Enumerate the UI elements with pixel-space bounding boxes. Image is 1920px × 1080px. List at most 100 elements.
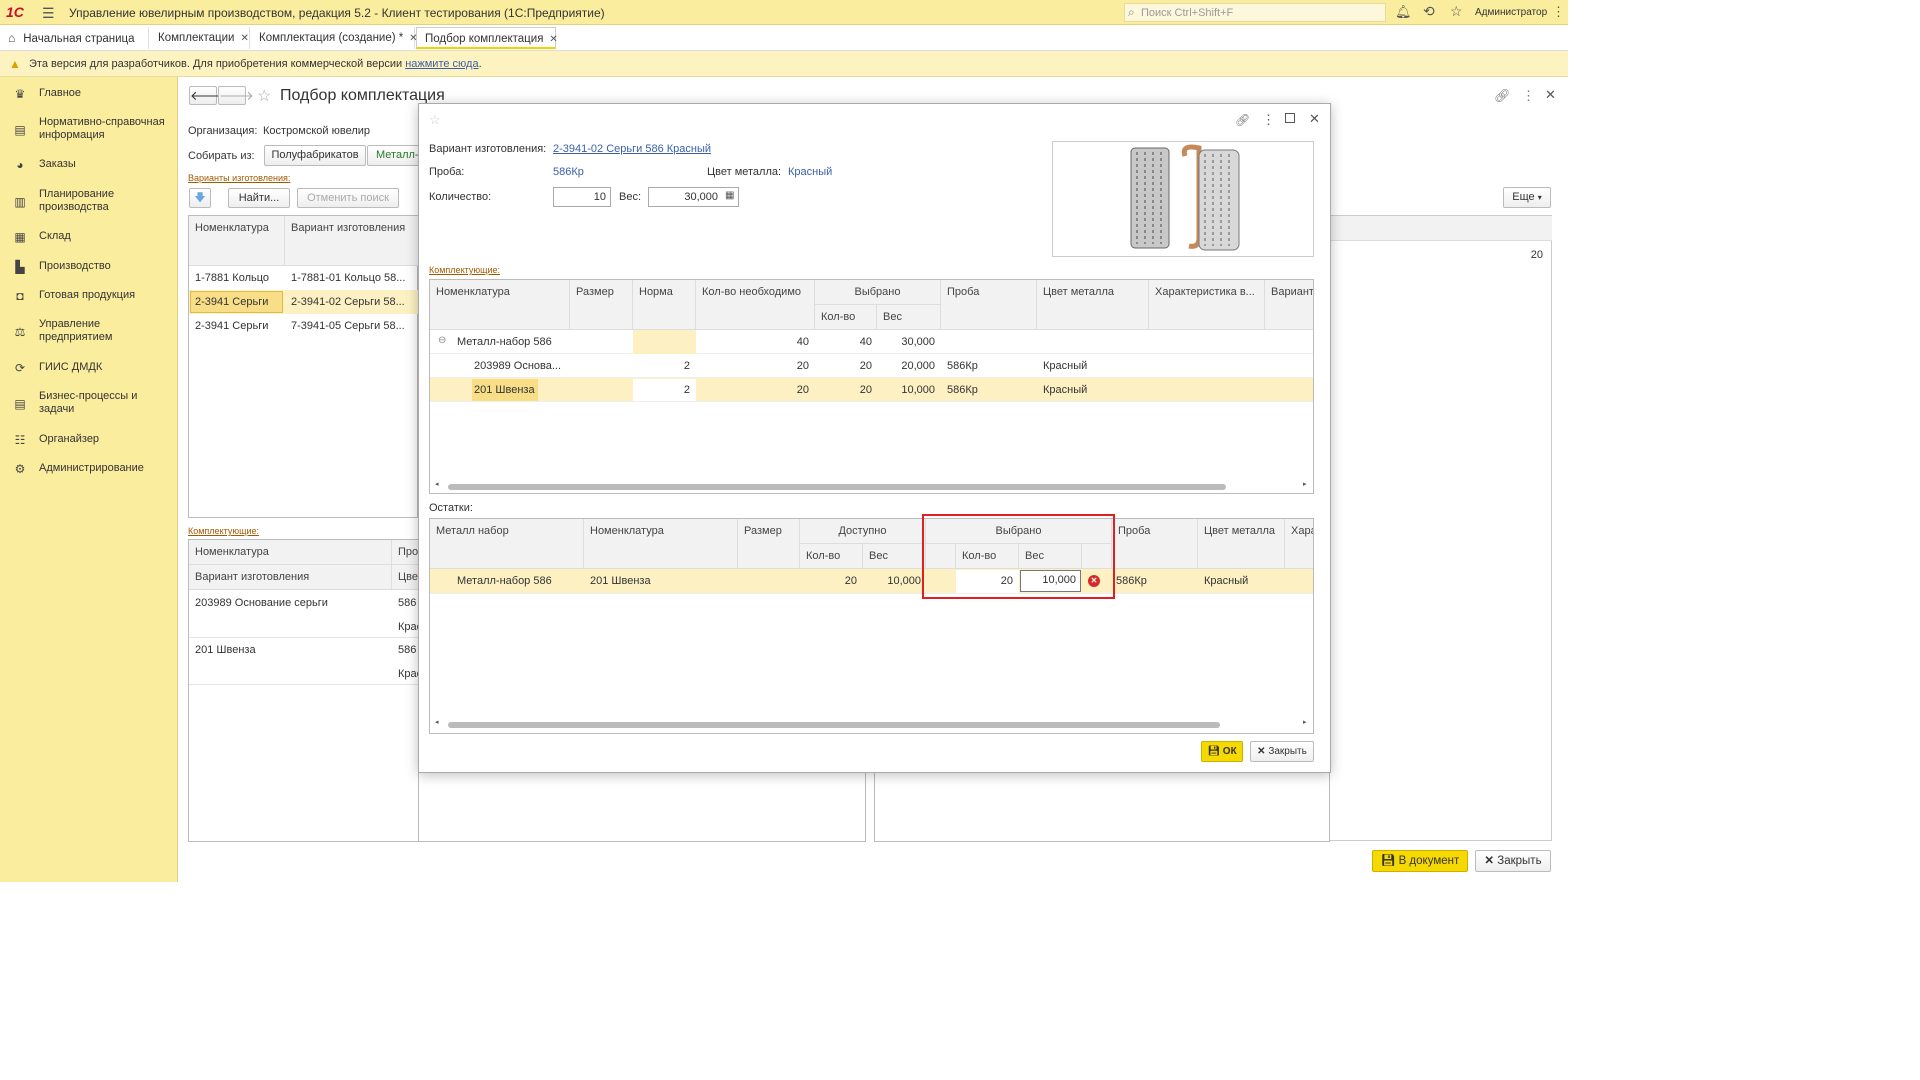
tab-home[interactable]: ⌂ Начальная страница xyxy=(0,27,149,49)
sidebar-item-bp[interactable]: ▤ Бизнес-процессы и задачи xyxy=(0,390,140,416)
table-row-selected[interactable]: 2-3941 Серьги 2-3941-02 Серьги 58... xyxy=(189,290,419,314)
table-row[interactable]: 1-7881 Кольцо 1-7881-01 Кольцо 58... xyxy=(189,266,419,290)
col-header-proba[interactable]: Проба xyxy=(941,280,1037,330)
sidebar-item-orders[interactable]: ◕ Заказы xyxy=(0,158,178,172)
variant-value-link[interactable]: 2-3941-02 Серьги 586 Красный xyxy=(553,143,711,155)
col-header-set[interactable]: Металл набор xyxy=(430,519,584,569)
close-icon[interactable]: ✕ xyxy=(240,33,248,44)
col-header-nom[interactable]: Номенклатура xyxy=(189,216,285,266)
star-icon[interactable]: ☆ xyxy=(1450,3,1463,20)
main-close-button[interactable]: ✕ Закрыть xyxy=(1475,850,1551,872)
cancel-search-button[interactable]: Отменить поиск xyxy=(297,188,399,208)
tab-podbor[interactable]: Подбор комплектация ✕ xyxy=(416,27,558,49)
forward-button[interactable]: 🡒 xyxy=(218,86,254,105)
cell-norm: 2 xyxy=(683,360,690,372)
dialog-components-link[interactable]: Комплектующие: xyxy=(429,265,500,275)
col-header-nom[interactable]: Номенклатура xyxy=(189,540,392,565)
sidebar-item-admin[interactable]: ⚙ Администрирование xyxy=(0,462,178,476)
table-row[interactable]: 2-3941 Серьги 7-3941-05 Серьги 58... xyxy=(189,314,419,338)
calculator-icon[interactable]: ▦ xyxy=(725,190,734,201)
col-header-avail-qty[interactable]: Кол-во xyxy=(800,544,863,569)
scroll-left-icon[interactable]: ◂ xyxy=(435,718,439,726)
col-header-char[interactable]: Хара xyxy=(1285,519,1313,569)
maximize-icon[interactable] xyxy=(1285,113,1295,123)
cell-proba: 586 xyxy=(398,597,417,609)
table-row-group[interactable]: ⊖ Металл-набор 586 40 40 30,000 xyxy=(430,330,1313,354)
sidebar-item-nsi[interactable]: ▤ Нормативно-справочная информация xyxy=(0,116,170,142)
col-header-char[interactable]: Характеристика в... xyxy=(1149,280,1265,330)
dialog-close-icon[interactable]: ✕ xyxy=(1309,111,1320,127)
col-header-color[interactable]: Цвет металла xyxy=(1198,519,1285,569)
close-icon[interactable]: ✕ xyxy=(1545,87,1556,103)
col-header-proba[interactable]: Проба xyxy=(1112,519,1198,569)
sidebar-item-organizer[interactable]: ☷ Органайзер xyxy=(0,433,178,447)
dialog-more-icon[interactable]: ⋮ xyxy=(1262,112,1275,128)
col-header-qty[interactable]: Кол-во xyxy=(815,305,877,330)
find-button[interactable]: Найти... xyxy=(228,188,290,208)
sidebar-item-management[interactable]: ⚖ Управление предприятием xyxy=(0,318,140,344)
search-box[interactable]: ⌕ Поиск Ctrl+Shift+F xyxy=(1124,3,1386,22)
components-link[interactable]: Комплектующие: xyxy=(188,526,259,536)
dialog-close-button[interactable]: ✕ Закрыть xyxy=(1250,741,1314,762)
favorite-star-icon[interactable]: ☆ xyxy=(257,86,271,106)
collect-option-semi[interactable]: Полуфабрикатов xyxy=(264,145,366,166)
variants-link[interactable]: Варианты изготовления: xyxy=(188,173,290,183)
back-button[interactable]: 🡐 xyxy=(189,86,225,105)
qty-input[interactable]: 10 xyxy=(553,187,611,207)
sidebar-item-finished[interactable]: ◘ Готовая продукция xyxy=(0,289,178,303)
col-header-variant[interactable]: Вариант изготовления xyxy=(285,216,419,266)
col-header-variant[interactable]: Вариант изготовления xyxy=(189,565,392,590)
more-button[interactable]: Еще ▾ xyxy=(1503,187,1551,208)
more-icon[interactable]: ⋮ xyxy=(1522,88,1535,104)
more-menu-icon[interactable]: ⋮ xyxy=(1552,4,1565,20)
user-name[interactable]: Администратор xyxy=(1475,7,1547,18)
col-header-weight[interactable]: Вес xyxy=(877,305,941,330)
hamburger-menu-icon[interactable]: ☰ xyxy=(42,5,55,22)
col-header-size[interactable]: Размер xyxy=(570,280,633,330)
col-header-avail-weight[interactable]: Вес xyxy=(863,544,926,569)
to-document-button[interactable]: 💾︎ В документ xyxy=(1372,850,1468,872)
sidebar-item-warehouse[interactable]: ▦ Склад xyxy=(0,230,178,244)
col-header-nom[interactable]: Номенклатура xyxy=(430,280,570,330)
link-icon[interactable]: 🔗︎ xyxy=(1494,88,1511,104)
horizontal-scrollbar[interactable] xyxy=(448,484,1226,490)
table-row[interactable]: 203989 Основа... 2 20 20 20,000 586Кр Кр… xyxy=(430,354,1313,378)
scroll-left-icon[interactable]: ◂ xyxy=(435,480,439,488)
col-header-selected[interactable]: Выбрано xyxy=(815,280,941,305)
buy-link[interactable]: нажмите сюда xyxy=(405,58,478,70)
col-header-variant[interactable]: Вариант xyxy=(1265,280,1313,330)
col-header-nom[interactable]: Номенклатура xyxy=(584,519,738,569)
horizontal-scrollbar[interactable] xyxy=(448,722,1220,728)
col-header-size[interactable]: Размер xyxy=(738,519,800,569)
scroll-right-icon[interactable]: ▸ xyxy=(1303,718,1307,726)
bell-icon[interactable]: 🔔︎ xyxy=(1395,4,1412,20)
sidebar-item-main[interactable]: ♛ Главное xyxy=(0,87,178,101)
sidebar-item-giis[interactable]: ⟳ ГИИС ДМДК xyxy=(0,361,178,375)
down-arrow-button[interactable]: 🡇 xyxy=(189,188,211,208)
tab-komplektacii[interactable]: Комплектации ✕ xyxy=(150,27,250,49)
collect-option-metal[interactable]: Металл- xyxy=(367,145,421,166)
col-header-proba[interactable]: Про xyxy=(392,540,420,565)
col-header-needed[interactable]: Кол-во необходимо xyxy=(696,280,815,330)
close-label: Закрыть xyxy=(1497,855,1542,867)
col-header-norm[interactable]: Норма xyxy=(633,280,696,330)
col-header-color[interactable]: Цвет металла xyxy=(1037,280,1149,330)
history-icon[interactable]: ⟲ xyxy=(1423,3,1435,20)
col-header-color[interactable]: Цвет xyxy=(392,565,423,590)
close-icon[interactable]: ✕ xyxy=(549,34,557,45)
col-header-available[interactable]: Доступно xyxy=(800,519,926,544)
sidebar-item-production[interactable]: ▙ Производство xyxy=(0,260,178,274)
tab-komplektaciya-create[interactable]: Комплектация (создание) * ✕ xyxy=(251,27,418,49)
sidebar-item-planning[interactable]: ▥ Планирование производства xyxy=(0,188,140,214)
dialog-star-icon[interactable]: ☆ xyxy=(429,112,441,128)
norm-cell-bg xyxy=(633,330,696,354)
cell-avail-weight: 10,000 xyxy=(887,575,921,587)
cell-variant: 2-3941-02 Серьги 58... xyxy=(291,296,405,308)
collapse-icon[interactable]: ⊖ xyxy=(438,335,446,346)
scroll-right-icon[interactable]: ▸ xyxy=(1303,480,1307,488)
dialog-link-icon[interactable]: 🔗︎ xyxy=(1235,113,1250,127)
product-image xyxy=(1052,141,1314,257)
table-row-selected[interactable]: Металл-набор 586 201 Швенза 20 10,000 20… xyxy=(430,569,1313,594)
ok-button[interactable]: 💾︎ ОК xyxy=(1201,741,1243,762)
table-row-selected[interactable]: 201 Швенза 2 20 20 10,000 586Кр Красный xyxy=(430,378,1313,402)
